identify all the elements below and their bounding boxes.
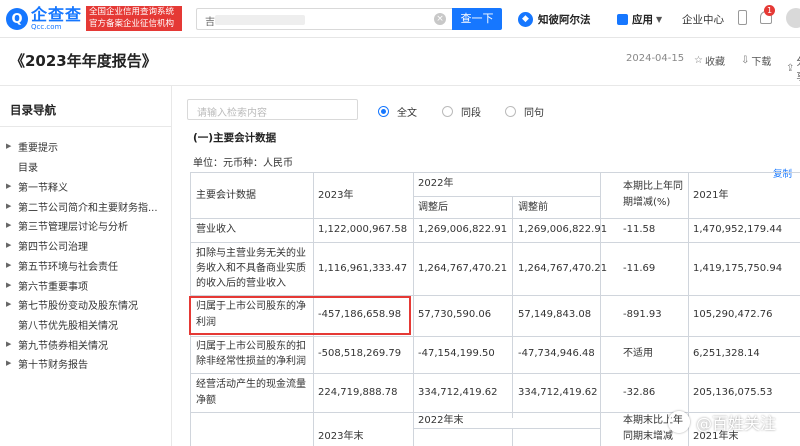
table-cell: 1,264,767,470.21 (418, 263, 508, 274)
table-cell: 224,719,888.78 (318, 387, 398, 398)
table-cell: 57,730,590.06 (418, 309, 492, 320)
table-row-label: 净额 (196, 395, 216, 406)
table-cell: 57,149,843.08 (518, 309, 592, 320)
table-cell: 1,264,767,470.21 (518, 263, 608, 274)
weibo-logo-icon (668, 411, 690, 433)
table-header-cell: 2023年末 (318, 431, 364, 442)
table-header-cell: 调整前 (518, 202, 548, 213)
table-row-label: 营业收入 (196, 224, 236, 235)
table-header-group: 2022年末 (418, 415, 464, 426)
table-header-cell: 期增减(%) (623, 197, 671, 208)
table-header-cell: 本期比上年同 (623, 181, 683, 192)
table-row-label: 的收入后的营业收入 (196, 278, 286, 289)
table-cell: 105,290,472.76 (693, 309, 773, 320)
table-header-cell: 主要会计数据 (196, 190, 256, 201)
table-header-cell: 2023年 (318, 190, 354, 201)
table-cell: -11.69 (623, 263, 656, 274)
table-cell: -891.93 (623, 309, 662, 320)
table-row-label: 归属于上市公司股东的扣 (196, 341, 306, 352)
table-cell: 1,419,175,750.94 (693, 263, 783, 274)
table-cell: 1,122,000,967.58 (318, 224, 408, 235)
red-highlight-box (189, 296, 411, 335)
table-header-cell: 2021年 (693, 190, 729, 201)
table-cell: -11.58 (623, 224, 656, 235)
table-row-label: 除非经常性损益的净利润 (196, 356, 306, 367)
table-cell: 1,269,006,822.91 (518, 224, 608, 235)
table-cell: 不适用 (623, 348, 653, 359)
table-cell: 1,470,952,179.44 (693, 224, 783, 235)
table-cell: -47,154,199.50 (418, 348, 495, 359)
table-row-label: 扣除与主营业务无关的业 (196, 248, 306, 259)
table-cell: 1,116,961,333.47 (318, 263, 408, 274)
table-header-group: 2022年 (418, 178, 454, 189)
table-row-label: 经营活动产生的现金流量 (196, 379, 306, 390)
table-cell: 6,251,328.14 (693, 348, 760, 359)
table-header-cell: 同期末增减 (623, 431, 673, 442)
table-cell: 205,136,075.53 (693, 387, 773, 398)
table-cell: -47,734,946.48 (518, 348, 595, 359)
table-header-cell: 调整后 (418, 202, 448, 213)
table-row-label: 务收入和不具备商业实质 (196, 263, 306, 274)
table-cell: 334,712,419.62 (518, 387, 598, 398)
accounting-data-table: 主要会计数据 2023年 2022年 调整后 调整前 本期比上年同 期增减(%)… (0, 0, 800, 446)
table-cell: -32.86 (623, 387, 656, 398)
watermark: @百姓关注 (668, 408, 776, 436)
table-cell: 1,269,006,822.91 (418, 224, 508, 235)
table-cell: 334,712,419.62 (418, 387, 498, 398)
table-cell: -508,518,269.79 (318, 348, 402, 359)
